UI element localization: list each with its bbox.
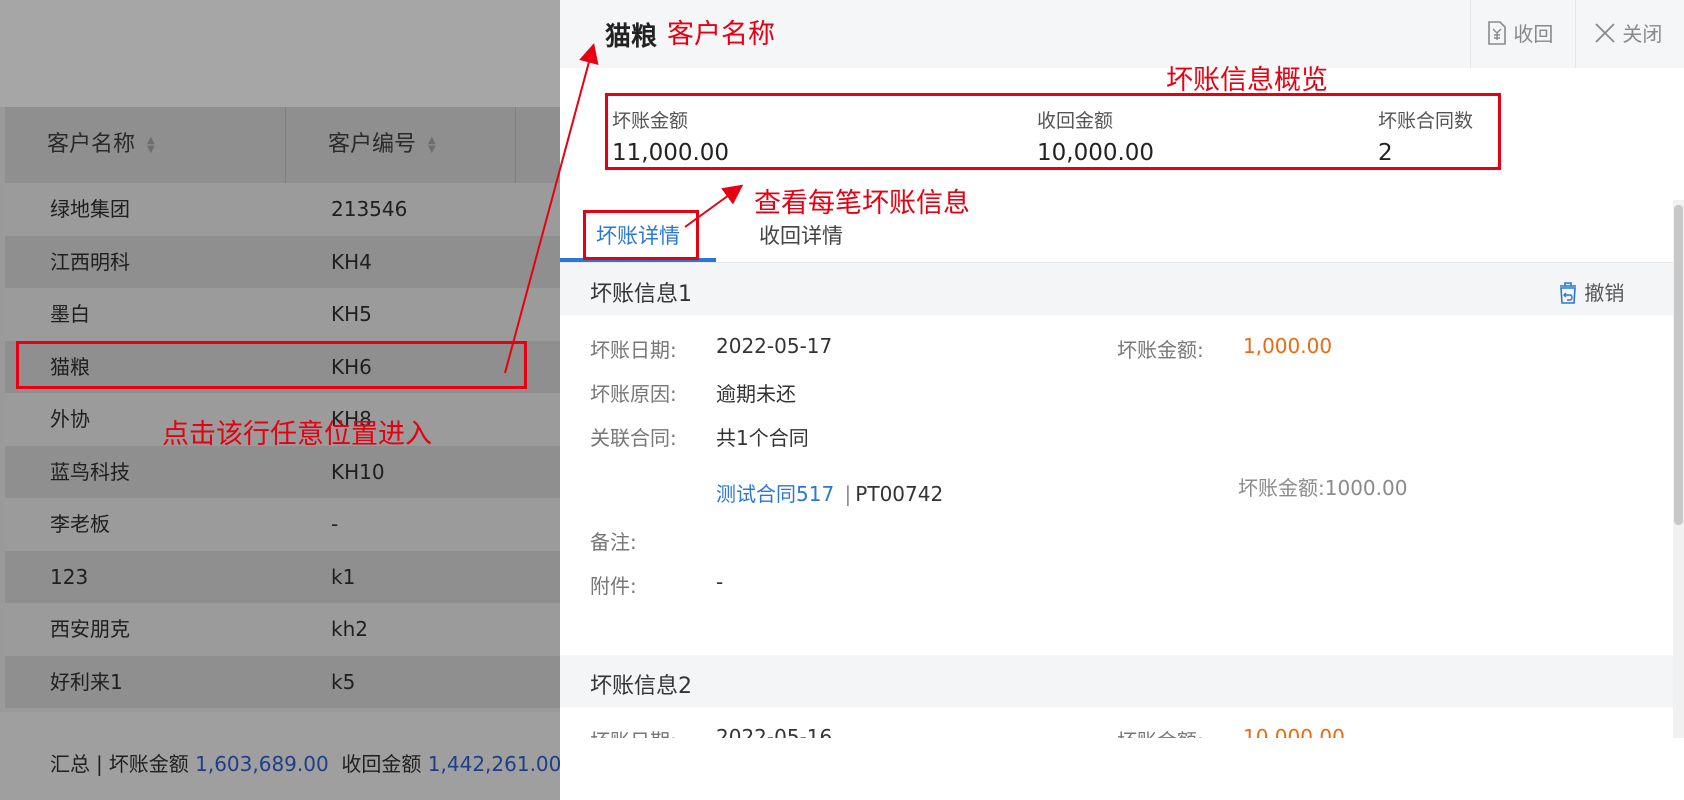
customer-name-cell: 李老板 xyxy=(50,512,110,536)
detail-tabs: 坏账详情 收回详情 xyxy=(560,200,1675,263)
related-contract-count: 共1个合同 xyxy=(716,426,809,450)
annotation-highlight-selected-row xyxy=(16,341,527,389)
header-divider xyxy=(1470,0,1471,68)
annotation-overview: 坏账信息概览 xyxy=(1166,65,1328,96)
customer-code-cell: - xyxy=(331,512,339,536)
customer-code-cell: k5 xyxy=(331,669,356,694)
column-divider xyxy=(515,107,516,183)
table-row[interactable]: 西安朋克 kh2 xyxy=(5,603,560,656)
customer-code-cell: KH5 xyxy=(331,302,372,326)
column-header-customer-code[interactable]: 客户编号 ▲ ▼ xyxy=(328,107,436,183)
bad-debt-date-value: 2022-05-17 xyxy=(716,334,833,358)
table-row[interactable]: 墨白 KH5 xyxy=(5,288,560,341)
bad-debt-date-label: 坏账日期: xyxy=(590,338,677,362)
customer-name-cell: 江西明科 xyxy=(50,249,130,274)
contract-code: PT00742 xyxy=(855,482,944,506)
summary-bad-label: 坏账金额 xyxy=(108,752,189,776)
customer-name-cell: 外协 xyxy=(50,407,90,431)
revoke-button[interactable]: 撤销 xyxy=(1558,277,1624,306)
customer-name-cell: 西安朋克 xyxy=(50,617,130,641)
contract-bad-amount-value: 1000.00 xyxy=(1324,476,1408,500)
contract-bad-amount-label: 坏账金额: xyxy=(1238,476,1325,500)
customer-name-cell: 123 xyxy=(50,564,89,589)
attachment-value: - xyxy=(716,570,724,594)
customer-name-cell: 绿地集团 xyxy=(50,197,130,221)
annotation-click-row: 点击该行任意位置进入 xyxy=(162,419,432,450)
summary-label: 汇总 xyxy=(50,752,90,776)
column-header-label: 客户名称 xyxy=(47,132,136,157)
contract-link[interactable]: 测试合同517 xyxy=(716,482,834,506)
recover-button-label: 收回 xyxy=(1513,22,1554,46)
customer-name-cell: 墨白 xyxy=(50,302,90,326)
remark-label: 备注: xyxy=(590,530,637,554)
summary-recovered-value: 1,442,261.00 xyxy=(427,752,562,776)
list-toolbar-area xyxy=(0,0,560,107)
revoke-label: 撤销 xyxy=(1584,281,1625,305)
drawer-bottom-area xyxy=(560,738,1684,800)
annotation-customer-name: 客户名称 xyxy=(667,19,775,50)
bad-debt-section-header: 坏账信息1 撤销 xyxy=(560,263,1675,315)
customer-code-cell: KH4 xyxy=(331,249,372,274)
customer-code-cell: kh2 xyxy=(331,617,368,641)
summary-recovered-label: 收回金额 xyxy=(341,752,422,776)
customer-code-cell: KH10 xyxy=(331,459,385,484)
table-row[interactable]: 江西明科 KH4 xyxy=(5,235,560,288)
table-row[interactable]: 李老板 - xyxy=(5,498,560,551)
bad-debt-section-header: 坏账信息2 xyxy=(560,655,1675,707)
section-title: 坏账信息2 xyxy=(590,674,692,699)
customer-list-panel: 客户名称 ▲ ▼ 客户编号 ▲ ▼ 绿地集团 213546 江西明科 KH4 墨白 KH… xyxy=(0,0,562,800)
customer-name-cell: 蓝鸟科技 xyxy=(50,459,130,484)
annotation-highlight-tab xyxy=(583,210,699,260)
column-header-label: 客户编号 xyxy=(328,132,417,157)
recover-button[interactable]: 收回 xyxy=(1487,18,1553,47)
bad-debt-amount-label: 坏账金额: xyxy=(1117,338,1204,362)
close-x-icon xyxy=(1595,23,1615,43)
summary-text: 汇总 | 坏账金额 1,603,689.00 收回金额 1,442,261.00 xyxy=(50,752,562,776)
column-header-customer-name[interactable]: 客户名称 ▲ ▼ xyxy=(47,107,155,183)
contract-entry: 测试合同517 | PT00742 xyxy=(716,478,943,507)
bad-debt-amount-value: 1,000.00 xyxy=(1243,334,1333,358)
sort-caret-icon[interactable]: ▲ ▼ xyxy=(428,136,436,155)
bad-debt-reason-label: 坏账原因: xyxy=(590,382,677,406)
summary-bad-value: 1,603,689.00 xyxy=(195,752,329,776)
related-contract-label: 关联合同: xyxy=(590,426,677,450)
table-row[interactable]: 绿地集团 213546 xyxy=(5,183,560,236)
scrollbar-thumb[interactable] xyxy=(1674,205,1683,525)
table-header: 客户名称 ▲ ▼ 客户编号 ▲ ▼ xyxy=(5,107,560,183)
contract-bad-amount: 坏账金额:1000.00 xyxy=(1238,472,1407,501)
header-divider xyxy=(1575,0,1576,68)
drawer-title: 猫粮 xyxy=(605,22,658,52)
yen-document-icon xyxy=(1488,21,1506,45)
screen: 客户名称 ▲ ▼ 客户编号 ▲ ▼ 绿地集团 213546 江西明科 KH4 墨白 KH… xyxy=(0,0,1684,800)
annotation-view-each: 查看每笔坏账信息 xyxy=(754,188,970,219)
customer-code-cell: k1 xyxy=(331,564,356,589)
contract-separator: | xyxy=(844,482,852,506)
table-row[interactable]: 好利来1 k5 xyxy=(5,655,560,708)
tab-recovery-detail[interactable]: 收回详情 xyxy=(759,220,843,250)
close-button-label: 关闭 xyxy=(1622,22,1663,46)
table-row[interactable]: 蓝鸟科技 KH10 xyxy=(5,445,560,498)
column-divider xyxy=(285,107,286,183)
attachment-label: 附件: xyxy=(590,574,637,598)
close-button[interactable]: 关闭 xyxy=(1594,18,1662,47)
bad-debt-reason-value: 逾期未还 xyxy=(716,382,796,406)
undo-trash-icon xyxy=(1560,282,1576,304)
section-title: 坏账信息1 xyxy=(590,282,692,307)
annotation-highlight-overview xyxy=(605,93,1501,170)
customer-code-cell: 213546 xyxy=(331,197,408,221)
customer-name-cell: 好利来1 xyxy=(50,669,123,694)
table-row[interactable]: 123 k1 xyxy=(5,550,560,603)
sort-caret-icon[interactable]: ▲ ▼ xyxy=(147,136,155,155)
